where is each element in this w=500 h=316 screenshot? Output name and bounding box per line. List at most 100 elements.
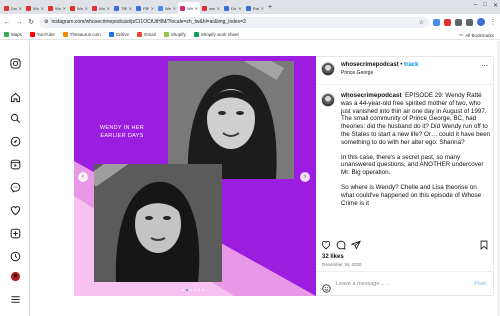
tab-close-icon[interactable]: ✕ [41, 6, 44, 11]
tab-close-icon[interactable]: ✕ [151, 6, 154, 11]
like-icon[interactable] [321, 240, 331, 250]
bookmark-item[interactable]: Shopify work sheet [193, 32, 239, 37]
forward-icon[interactable]: → [15, 19, 23, 26]
caption-author-avatar[interactable] [321, 93, 335, 107]
tab-close-icon[interactable]: ✕ [238, 6, 241, 11]
tab-close-icon[interactable]: ✕ [217, 6, 220, 11]
bookmark-item[interactable]: Maps [4, 32, 22, 37]
browser-tab[interactable]: Da ✕ [222, 2, 244, 14]
caption-username[interactable]: whosecrimepodcast [341, 92, 402, 99]
post-header: whosecrimepodcast • track Prince George … [316, 57, 494, 85]
carousel-dot[interactable] [186, 289, 188, 291]
profile-icon[interactable] [9, 270, 21, 282]
profile-avatar-icon[interactable] [477, 18, 485, 26]
tab-label: FBV [143, 5, 149, 11]
browser-tab[interactable]: Wo ✕ [46, 2, 68, 14]
browser-tab[interactable]: Rati✕ [244, 2, 266, 14]
browser-tab[interactable]: wen✕ [200, 2, 222, 14]
more-options-icon[interactable]: ⋯ [481, 62, 488, 70]
reload-icon[interactable]: ↻ [27, 18, 35, 26]
tab-close-icon[interactable]: ✕ [19, 6, 22, 11]
new-tab-button[interactable]: + [266, 4, 274, 11]
instagram-nav-rail [0, 41, 30, 316]
bookmark-label: YouTube [37, 32, 55, 37]
carousel-dot[interactable] [190, 289, 192, 291]
post-location[interactable]: Prince George [341, 70, 373, 76]
site-info-icon[interactable]: ⚙ [44, 19, 48, 25]
tab-favicon-icon [136, 5, 141, 11]
bookmark-item[interactable]: Shopify [163, 32, 186, 37]
tab-close-icon[interactable]: ✕ [173, 6, 176, 11]
extension-icon[interactable] [433, 18, 440, 26]
previous-slide-button[interactable]: ‹ [78, 172, 88, 182]
address-bar[interactable]: ⚙ instagram.com/whosecrimepodcast/p/CI1O… [39, 16, 429, 28]
tab-favicon-icon [202, 5, 207, 11]
bookmark-item[interactable]: Gdrive [108, 32, 129, 37]
carousel-dot[interactable] [182, 289, 184, 291]
browser-tab[interactable]: Wh ✕ [178, 2, 200, 14]
notifications-icon[interactable] [9, 204, 21, 216]
tab-favicon-icon [4, 5, 9, 11]
likes-count[interactable]: 32 likes [322, 254, 344, 260]
tab-close-icon[interactable]: ✕ [63, 6, 66, 11]
carousel-dots [182, 289, 204, 291]
carousel-dot[interactable] [202, 289, 204, 291]
messenger-icon[interactable] [9, 181, 21, 193]
url-text[interactable]: instagram.com/whosecrimepodcast/p/CI1OCt… [51, 19, 415, 25]
activity-icon[interactable] [9, 250, 21, 262]
emoji-icon[interactable] [322, 280, 331, 293]
bookmark-label: Gmail [143, 32, 156, 37]
tab-close-icon[interactable]: ✕ [107, 6, 110, 11]
browser-tab[interactable]: FBV✕ [134, 2, 156, 14]
create-icon[interactable] [9, 227, 21, 239]
instagram-logo-icon[interactable] [9, 57, 21, 69]
window-controls: – □ ✕ [474, 2, 498, 9]
carousel-dot[interactable] [198, 289, 200, 291]
tab-label: Wh [187, 5, 193, 11]
explore-icon[interactable] [9, 135, 21, 147]
follow-button[interactable]: track [404, 62, 418, 68]
tab-label: Wo [33, 5, 39, 11]
tab-close-icon[interactable]: ✕ [85, 6, 88, 11]
tab-close-icon[interactable]: ✕ [129, 6, 132, 11]
back-icon[interactable]: ← [3, 19, 11, 26]
browser-tab[interactable]: Wer✕ [156, 2, 178, 14]
minimize-icon[interactable]: – [474, 2, 477, 9]
extension-icon[interactable] [444, 18, 451, 26]
extension-icon[interactable] [455, 18, 462, 26]
tab-favicon-icon [92, 5, 97, 11]
close-window-icon[interactable]: ✕ [493, 2, 498, 9]
search-icon[interactable] [9, 112, 21, 124]
post-actions [316, 238, 494, 252]
browser-tab[interactable]: Wo ✕ [90, 2, 112, 14]
author-avatar[interactable] [321, 62, 335, 76]
post-media[interactable]: WENDY IN HER EARLIER DAYS ‹ › [74, 56, 316, 296]
next-slide-button[interactable]: › [300, 172, 310, 182]
carousel-dot[interactable] [194, 289, 196, 291]
more-menu-icon[interactable] [9, 293, 21, 305]
all-bookmarks[interactable]: ▭ All Bookmarks [459, 32, 494, 38]
comment-input[interactable]: Leave a message…… [336, 281, 390, 287]
save-icon[interactable] [479, 240, 489, 250]
reels-icon[interactable] [9, 158, 21, 170]
maximize-icon[interactable]: □ [483, 2, 487, 9]
browser-tab[interactable]: Dou✕ [2, 2, 24, 14]
browser-tab[interactable]: Wo ✕ [24, 2, 46, 14]
home-icon[interactable] [9, 91, 21, 103]
tab-close-icon[interactable]: ✕ [195, 6, 198, 11]
tab-close-icon[interactable]: ✕ [261, 6, 264, 11]
bookmark-item[interactable]: Thesaurus.com [62, 32, 101, 37]
tab-label: Wo [77, 5, 83, 11]
bookmark-item[interactable]: YouTube [30, 32, 55, 37]
share-icon[interactable] [351, 240, 361, 250]
post-comment-button[interactable]: Post [474, 281, 486, 287]
star-icon[interactable]: ☆ [419, 19, 424, 26]
browser-tab[interactable]: TBV✕ [112, 2, 134, 14]
author-username[interactable]: whosecrimepodcast [341, 62, 399, 68]
extension-icon[interactable] [466, 18, 473, 26]
browser-tab[interactable]: Wo ✕ [68, 2, 90, 14]
tab-label: Da [231, 5, 237, 11]
bookmark-item[interactable]: Gmail [136, 32, 156, 37]
kebab-menu-icon[interactable]: ⋮ [489, 18, 497, 26]
comment-icon[interactable] [336, 240, 346, 250]
